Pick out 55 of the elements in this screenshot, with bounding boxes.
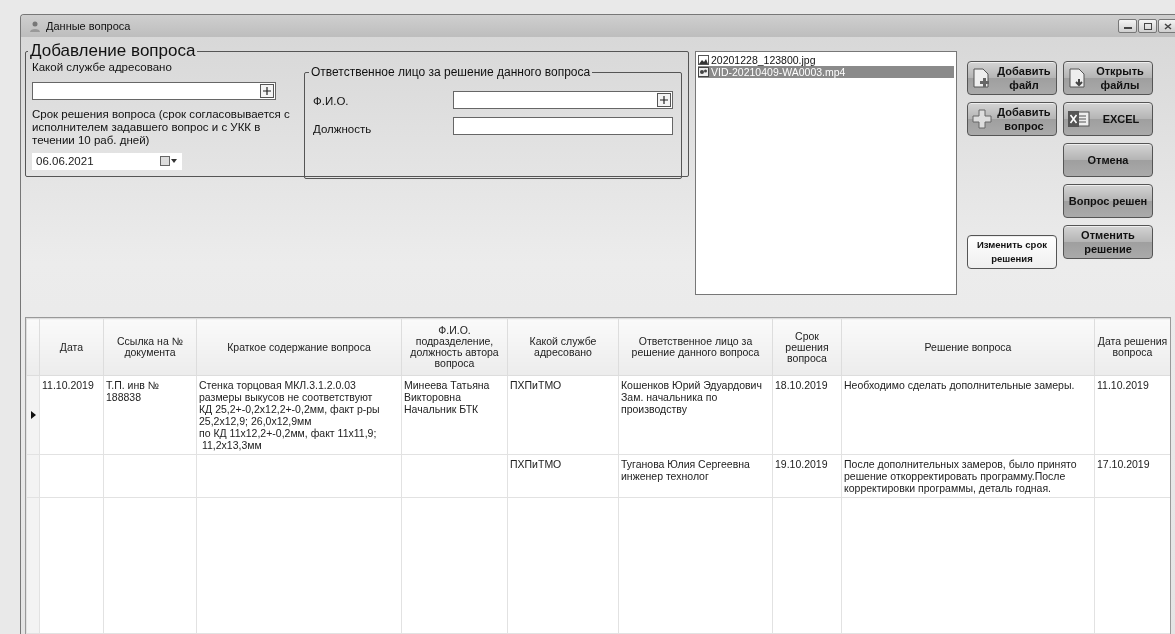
field-label: Срок решения вопроса (срок согласовывается с исполнителем задавшего вопрос и с УКК в течении 10 раб. дней) — [32, 107, 291, 147]
column-header[interactable]: Ссылка на № документа — [103, 318, 197, 376]
table-cell: ПХПиТМО — [507, 375, 619, 455]
date-field[interactable]: 06.06.2021 — [32, 152, 182, 170]
calendar-caret-icon — [160, 156, 178, 167]
add-button[interactable] — [260, 83, 274, 98]
current-row-icon — [30, 411, 36, 419]
column-header[interactable]: Срок решения вопроса — [772, 318, 842, 376]
action-button[interactable]: Добавить файл — [967, 61, 1057, 95]
table-cell: 11.10.2019 — [39, 375, 104, 455]
column-header[interactable]: Какой службе адресовано — [507, 318, 619, 376]
change-deadline-button[interactable]: Изменить срок решения — [967, 235, 1057, 269]
image-file-icon — [698, 55, 709, 65]
group-title: Добавление вопроса — [29, 41, 197, 61]
table-cell: Необходимо сделать дополнительные замеры. — [841, 375, 1095, 455]
column-header[interactable]: Ф.И.О. подразделение, должность автора вопроса — [401, 318, 508, 376]
column-header[interactable]: Дата — [39, 318, 104, 376]
table-cell: После дополнительных замеров, было принято решение откорректировать программу.После корректировки программы, деталь годная. — [841, 454, 1095, 498]
action-button[interactable]: Отменить решение — [1063, 225, 1153, 259]
column-header[interactable]: Дата решения вопроса — [1094, 318, 1170, 376]
column-header[interactable]: Краткое содержание вопроса — [196, 318, 402, 376]
action-button[interactable]: Добавить вопрос — [967, 102, 1057, 136]
field-label: Какой службе адресовано — [32, 61, 173, 74]
table-cell: Т.П. инв № 188838 — [103, 375, 197, 455]
close-button[interactable] — [1158, 19, 1175, 33]
video-file-icon — [698, 67, 709, 77]
spreadsheet-icon — [1067, 110, 1091, 128]
field-label: Должность — [313, 123, 373, 136]
column-header[interactable]: Решение вопроса — [841, 318, 1095, 376]
action-button[interactable]: Отмена — [1063, 143, 1153, 177]
table-cell: Туганова Юлия Сергеевна инженер технолог — [618, 454, 773, 498]
table-cell: Минеева Татьяна Викторовна Начальник БТК — [401, 375, 508, 455]
file-item[interactable]: 20201228_123800.jpg — [698, 54, 954, 66]
table-cell: 19.10.2019 — [772, 454, 842, 498]
column-header[interactable]: Ответственное лицо за решение данного вопроса — [618, 318, 773, 376]
maximize-icon — [1143, 22, 1152, 30]
field-label: Ф.И.О. — [313, 95, 350, 109]
window-title: Данные вопроса — [46, 20, 132, 32]
position-field[interactable] — [453, 117, 673, 135]
service-field[interactable] — [32, 82, 276, 100]
action-button[interactable]: Открыть файлы — [1063, 61, 1153, 95]
group-title: Ответственное лицо за решение данного вопроса — [310, 65, 592, 79]
close-icon — [1163, 22, 1172, 30]
maximize-button[interactable] — [1138, 19, 1157, 33]
minimize-button[interactable] — [1118, 19, 1137, 33]
table-cell: Стенка торцовая МКЛ.3.1.2.0.03 размеры выкусов не соответствуют КД 25,2+-0,2х12,2+-0,2мм, факт р-ры 25,2х12,9; 26,0х12,9мм по КД 11х12,2+-0,2мм, факт 11х11,9; 11,2х13,3мм — [196, 375, 402, 455]
add-button[interactable] — [657, 93, 671, 107]
table-cell: 18.10.2019 — [772, 375, 842, 455]
person-icon — [29, 19, 42, 33]
action-button[interactable]: EXCEL — [1063, 102, 1153, 136]
table-cell: Кошенков Юрий Эдуардович Зам. начальника по производству — [618, 375, 773, 455]
table-cell: ПХПиТМО — [507, 454, 619, 498]
plus-icon — [971, 108, 993, 130]
action-button[interactable]: Вопрос решен — [1063, 184, 1153, 218]
name-field[interactable] — [453, 91, 673, 109]
